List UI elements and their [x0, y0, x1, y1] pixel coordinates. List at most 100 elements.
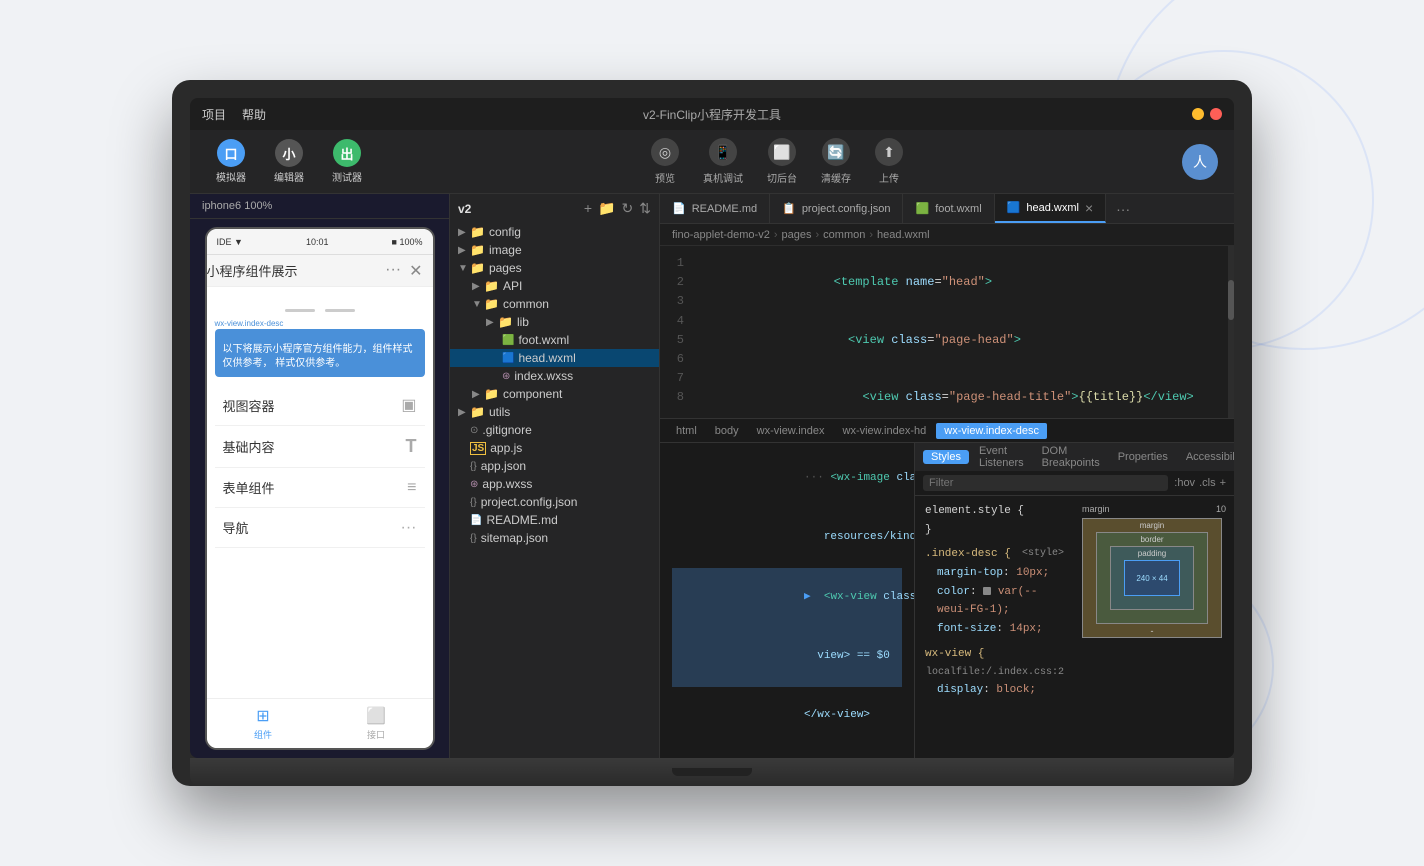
- user-avatar[interactable]: 人: [1182, 144, 1218, 180]
- menu-item-basic[interactable]: 基础内容 T: [215, 426, 425, 468]
- upload-tool[interactable]: ⬆ 上传: [875, 138, 903, 185]
- styles-tab-events[interactable]: Event Listeners: [971, 444, 1032, 470]
- debug-label: 编辑器: [274, 169, 304, 184]
- box-padding-label: padding: [1138, 549, 1166, 558]
- debug-button[interactable]: 小 编辑器: [264, 135, 314, 188]
- tree-item-config[interactable]: ▶ 📁 config: [450, 223, 659, 241]
- tree-item-gitignore[interactable]: ⊙ .gitignore: [450, 421, 659, 439]
- tree-label-head-wxml: head.wxml: [518, 351, 575, 365]
- elem-tab-wx-desc[interactable]: wx-view.index-desc: [936, 423, 1047, 439]
- tree-label-utils: utils: [489, 405, 510, 419]
- menu-item-help[interactable]: 帮助: [242, 106, 266, 123]
- collapse-icon[interactable]: ⇅: [639, 200, 651, 217]
- code-wrapper: 1234 5678 <template name="head"> <view c…: [660, 246, 1234, 418]
- code-lines[interactable]: <template name="head"> <view class="page…: [692, 246, 1234, 418]
- highlight-label: wx-view.index-desc 240 × 44: [215, 319, 322, 328]
- tree-item-image[interactable]: ▶ 📁 image: [450, 241, 659, 259]
- menu-item-nav[interactable]: 导航 ···: [215, 508, 425, 548]
- realtest-label: 真机调试: [703, 170, 743, 185]
- tree-item-foot-wxml[interactable]: 🟩 foot.wxml: [450, 331, 659, 349]
- html-line-2: resources/kind/logo.png">_</wx-image>: [672, 508, 902, 567]
- status-right: ■ 100%: [392, 237, 423, 247]
- tree-item-head-wxml[interactable]: 🟦 head.wxml: [450, 349, 659, 367]
- cut-tool[interactable]: ⬜ 切后台: [767, 138, 797, 185]
- file-tree-panel: v2 + 📁 ↻ ⇅ ▶ 📁 config: [450, 194, 660, 758]
- filter-cls[interactable]: .cls: [1199, 477, 1216, 489]
- clear-tool[interactable]: 🔄 清缓存: [821, 138, 851, 185]
- filter-hover[interactable]: :hov: [1174, 477, 1195, 489]
- style-element: element.style {: [925, 502, 1064, 521]
- tree-item-app-wxss[interactable]: ⊛ app.wxss: [450, 475, 659, 493]
- app-title: v2-FinClip小程序开发工具: [643, 106, 781, 123]
- tree-item-app-js[interactable]: JS app.js: [450, 439, 659, 457]
- tree-item-sitemap[interactable]: {} sitemap.json: [450, 529, 659, 547]
- tree-item-common[interactable]: ▼ 📁 common: [450, 295, 659, 313]
- tree-label-app-js: app.js: [490, 441, 522, 455]
- tree-label-pages: pages: [489, 261, 522, 275]
- phone-close-icon[interactable]: ✕: [409, 261, 422, 281]
- tree-item-component[interactable]: ▶ 📁 component: [450, 385, 659, 403]
- tree-item-lib[interactable]: ▶ 📁 lib: [450, 313, 659, 331]
- simulate-button[interactable]: 口 模拟器: [206, 135, 256, 188]
- styles-tab-access[interactable]: Accessibility: [1178, 450, 1234, 464]
- new-folder-icon[interactable]: 📁: [598, 200, 615, 217]
- elem-tab-body[interactable]: body: [707, 423, 747, 439]
- menu-item-views[interactable]: 视图容器 ▣: [215, 385, 425, 426]
- phone-dots-icon[interactable]: ···: [385, 261, 401, 281]
- breadcrumb-root: fino-applet-demo-v2: [672, 229, 770, 241]
- preview-tool[interactable]: ◎ 预览: [651, 138, 679, 185]
- realtest-tool[interactable]: 📱 真机调试: [703, 138, 743, 185]
- window-controls: [1192, 108, 1222, 120]
- tree-label-project-config: project.config.json: [481, 495, 578, 509]
- elem-tab-wx-index[interactable]: wx-view.index: [749, 423, 833, 439]
- breadcrumb-file: head.wxml: [877, 229, 930, 241]
- menu-item-form[interactable]: 表单组件 ≡: [215, 468, 425, 508]
- tabs-bar: 📄 README.md 📋 project.config.json 🟩 foot…: [660, 194, 1234, 224]
- bottom-panel: html body wx-view.index wx-view.index-hd…: [660, 418, 1234, 758]
- tab-foot-wxml[interactable]: 🟩 foot.wxml: [903, 194, 994, 223]
- nav-label-api: 接口: [367, 728, 385, 741]
- elem-tab-wx-hd[interactable]: wx-view.index-hd: [835, 423, 935, 439]
- tab-label-readme: README.md: [692, 203, 757, 215]
- preview-panel: iphone6 100% IDE ▼ 10:01 ■ 100% 小程序组件展示: [190, 194, 450, 758]
- tab-head-wxml[interactable]: 🟦 head.wxml ×: [995, 194, 1106, 223]
- tree-item-api[interactable]: ▶ 📁 API: [450, 277, 659, 295]
- tree-item-readme[interactable]: 📄 README.md: [450, 511, 659, 529]
- title-bar: 项目 帮助 v2-FinClip小程序开发工具: [190, 98, 1234, 130]
- tree-item-index-wxss[interactable]: ⊛ index.wxss: [450, 367, 659, 385]
- new-file-icon[interactable]: +: [584, 200, 592, 217]
- refresh-icon[interactable]: ↻: [622, 200, 634, 217]
- tab-close-head[interactable]: ×: [1085, 201, 1093, 215]
- styles-panel: Styles Event Listeners DOM Breakpoints P…: [914, 443, 1234, 758]
- tree-item-pages[interactable]: ▼ 📁 pages: [450, 259, 659, 277]
- styles-content: element.style { } .index-desc { <style>: [915, 496, 1074, 705]
- styles-tab-props[interactable]: Properties: [1110, 450, 1176, 464]
- filter-input[interactable]: [923, 475, 1168, 491]
- test-button[interactable]: 出 测试器: [322, 135, 372, 188]
- tree-item-utils[interactable]: ▶ 📁 utils: [450, 403, 659, 421]
- elem-tab-html[interactable]: html: [668, 423, 705, 439]
- tab-project-config[interactable]: 📋 project.config.json: [770, 194, 903, 223]
- nav-item-api[interactable]: ⬜ 接口: [320, 699, 433, 748]
- styles-tab-styles[interactable]: Styles: [923, 450, 969, 464]
- filter-add[interactable]: +: [1220, 477, 1226, 489]
- menu-item-project[interactable]: 项目: [202, 106, 226, 123]
- tree-item-project-config[interactable]: {} project.config.json: [450, 493, 659, 511]
- tree-root-label: v2: [458, 202, 471, 216]
- code-content[interactable]: 1234 5678 <template name="head"> <view c…: [660, 246, 1234, 418]
- mini-scrollbar[interactable]: [1228, 246, 1234, 418]
- close-button[interactable]: [1210, 108, 1222, 120]
- nav-item-component[interactable]: ⊞ 组件: [207, 699, 320, 748]
- tree-item-app-json[interactable]: {} app.json: [450, 457, 659, 475]
- minimize-button[interactable]: [1192, 108, 1204, 120]
- breadcrumb-common: common: [823, 229, 865, 241]
- box-content-size: 240 × 44: [1136, 574, 1167, 583]
- laptop-outer: 项目 帮助 v2-FinClip小程序开发工具 口 模拟器 小: [172, 80, 1252, 786]
- toolbar-center: ◎ 预览 📱 真机调试 ⬜ 切后台 🔄 清缓存: [372, 138, 1182, 185]
- tab-readme[interactable]: 📄 README.md: [660, 194, 770, 223]
- tab-more-button[interactable]: ···: [1106, 201, 1140, 217]
- box-model-margin-value: 10: [1216, 504, 1226, 514]
- html-preview-panel: ··· <wx-image class="index-logo" src="..…: [660, 443, 914, 758]
- nav-icon-component: ⊞: [256, 706, 269, 726]
- styles-tab-dom[interactable]: DOM Breakpoints: [1034, 444, 1108, 470]
